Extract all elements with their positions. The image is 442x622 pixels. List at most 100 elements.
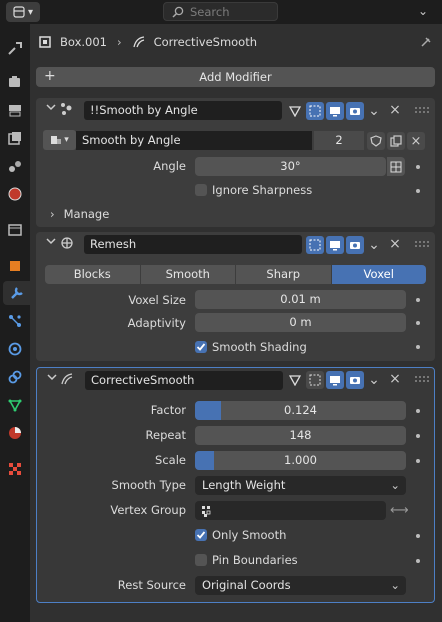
object-icon: [10, 261, 20, 271]
checkmark-icon: [196, 343, 206, 351]
modifier-menu-chevron-icon[interactable]: ⌄: [367, 104, 381, 118]
scale-slider[interactable]: 1.000: [195, 451, 406, 470]
edit-cage-toggle[interactable]: [286, 371, 304, 389]
constraints-tab[interactable]: [3, 365, 27, 389]
input-attribute-toggle[interactable]: [387, 157, 405, 176]
remove-modifier-icon[interactable]: ×: [388, 372, 402, 386]
editor-type-selector[interactable]: ▾: [6, 2, 40, 22]
pin-boundaries-checkbox[interactable]: Pin Boundaries: [195, 551, 298, 569]
duplicate-button[interactable]: [387, 132, 405, 150]
edit-mode-toggle[interactable]: [306, 371, 324, 389]
viewport-toggle[interactable]: [326, 371, 344, 389]
render-toggle[interactable]: [346, 371, 364, 389]
keyframe-dot-icon[interactable]: [416, 409, 420, 413]
keyframe-dot-icon[interactable]: [416, 345, 420, 349]
output-tab[interactable]: [3, 98, 27, 122]
edit-cage-toggle[interactable]: [286, 102, 304, 120]
modifiers-tab[interactable]: [3, 281, 30, 305]
particles-tab[interactable]: [3, 309, 27, 333]
modifier-name-field[interactable]: CorrectiveSmooth: [85, 371, 283, 390]
render-toggle[interactable]: [346, 102, 364, 120]
view-layer-tab[interactable]: [3, 126, 27, 150]
repeat-label: Repeat: [145, 428, 186, 442]
keyframe-dot-icon[interactable]: [416, 165, 420, 169]
drag-handle-icon[interactable]: [415, 376, 429, 384]
angle-field[interactable]: 30°: [195, 157, 386, 176]
rest-source-dropdown[interactable]: Original Coords ⌄: [195, 576, 406, 595]
keyframe-dot-icon[interactable]: [416, 321, 420, 325]
texture-tab[interactable]: [3, 457, 27, 481]
edit-mode-toggle[interactable]: [306, 236, 324, 254]
pin-icon[interactable]: [420, 36, 432, 48]
mode-blocks[interactable]: Blocks: [45, 265, 141, 284]
only-smooth-checkbox[interactable]: Only Smooth: [195, 526, 286, 544]
factor-slider[interactable]: 0.124: [195, 401, 406, 420]
keyframe-dot-icon[interactable]: [416, 189, 420, 193]
modifier-name-field[interactable]: !!Smooth by Angle: [84, 101, 282, 120]
voxel-size-field[interactable]: 0.01 m: [195, 290, 406, 309]
keyframe-dot-icon[interactable]: [416, 298, 420, 302]
collapse-chevron-icon[interactable]: [46, 102, 56, 112]
mode-smooth[interactable]: Smooth: [140, 265, 236, 284]
keyframe-dot-icon[interactable]: [416, 559, 420, 563]
modifier-menu-chevron-icon[interactable]: ⌄: [367, 373, 381, 387]
smooth-shading-checkbox[interactable]: Smooth Shading: [195, 338, 307, 356]
collapse-chevron-icon[interactable]: [46, 236, 56, 246]
drag-handle-icon[interactable]: [415, 107, 429, 115]
render-tab[interactable]: [3, 70, 27, 94]
render-toggle[interactable]: [346, 236, 364, 254]
constraints-icon: [8, 370, 22, 384]
scene-tab[interactable]: [3, 154, 27, 178]
viewport-toggle[interactable]: [326, 102, 344, 120]
modifier-name-field[interactable]: Remesh: [84, 235, 302, 254]
fake-user-toggle[interactable]: [367, 132, 385, 150]
scale-slider-fill: [195, 451, 214, 470]
object-tab[interactable]: [3, 254, 27, 278]
adaptivity-field[interactable]: 0 m: [195, 313, 406, 332]
search-input[interactable]: Search: [163, 2, 278, 21]
remove-modifier-icon[interactable]: ×: [388, 103, 402, 117]
edit-mode-toggle[interactable]: [306, 102, 324, 120]
view-layer-icon: [8, 132, 21, 145]
physics-icon: [8, 342, 22, 356]
collection-tab[interactable]: [3, 218, 27, 242]
manage-subpanel-header[interactable]: › Manage: [50, 207, 109, 221]
tool-tab[interactable]: [3, 37, 27, 61]
unlink-button[interactable]: ×: [407, 132, 425, 150]
repeat-field[interactable]: 148: [195, 426, 406, 445]
properties-header: ▾ Search ⌄: [0, 0, 442, 24]
material-tab[interactable]: [3, 421, 27, 445]
mode-sharp[interactable]: Sharp: [236, 265, 332, 284]
invert-vertex-group-arrows-icon[interactable]: ⟷: [390, 503, 409, 518]
keyframe-dot-icon[interactable]: [416, 534, 420, 538]
physics-tab[interactable]: [3, 337, 27, 361]
node-group-name-field[interactable]: Smooth by Angle: [76, 131, 312, 150]
options-chevron-icon[interactable]: ⌄: [418, 4, 428, 18]
add-modifier-button[interactable]: + Add Modifier: [36, 67, 435, 87]
data-tab[interactable]: [3, 393, 27, 417]
scale-label: Scale: [155, 453, 186, 467]
factor-label: Factor: [150, 403, 186, 417]
ignore-sharpness-checkbox[interactable]: Ignore Sharpness: [195, 181, 312, 199]
edit-mode-icon: [309, 239, 321, 251]
drag-handle-icon[interactable]: [415, 241, 429, 249]
node-group-browse-button[interactable]: ▾: [43, 130, 76, 150]
mode-voxel[interactable]: Voxel: [331, 265, 426, 284]
remesh-icon: [61, 237, 73, 249]
modifier-menu-chevron-icon[interactable]: ⌄: [367, 238, 381, 252]
viewport-toggle[interactable]: [326, 236, 344, 254]
keyframe-dot-icon[interactable]: [416, 434, 420, 438]
checkmark-icon: [196, 531, 206, 539]
corrective-smooth-icon: [132, 36, 144, 48]
collapse-chevron-icon[interactable]: [47, 372, 57, 382]
world-tab[interactable]: [3, 182, 27, 206]
keyframe-dot-icon[interactable]: [416, 459, 420, 463]
smooth-type-dropdown[interactable]: Length Weight ⌄: [195, 476, 406, 495]
remove-modifier-icon[interactable]: ×: [388, 237, 402, 251]
camera-icon: [350, 242, 360, 249]
monitor-icon: [330, 241, 340, 251]
users-count[interactable]: 2: [314, 131, 364, 150]
vertex-group-field[interactable]: [195, 501, 386, 520]
vertex-group-label: Vertex Group: [110, 503, 186, 517]
chevron-down-icon: ▾: [64, 135, 69, 145]
